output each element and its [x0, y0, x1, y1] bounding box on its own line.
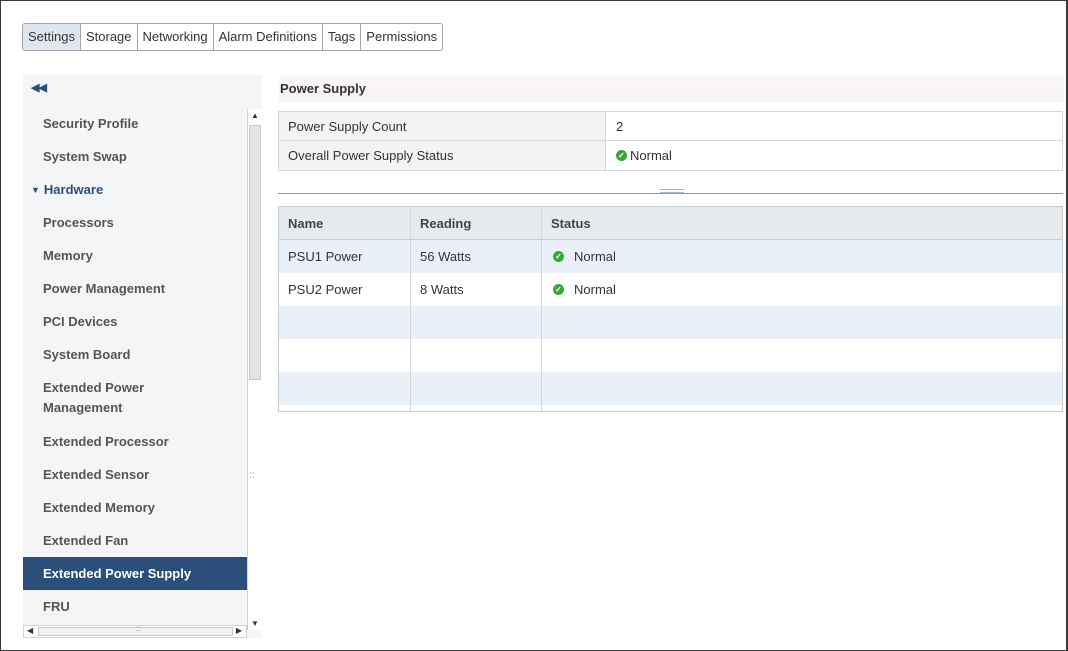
- tab-settings[interactable]: Settings: [23, 24, 81, 50]
- column-header-reading[interactable]: Reading: [411, 207, 542, 239]
- sidebar-item-extended-processor[interactable]: Extended Processor: [23, 425, 247, 458]
- sidebar-item-system-board[interactable]: System Board: [23, 338, 247, 371]
- tab-bar: Settings Storage Networking Alarm Defini…: [22, 23, 444, 51]
- empty-cell: [411, 306, 542, 339]
- tab-alarm-definitions[interactable]: Alarm Definitions: [214, 24, 323, 50]
- empty-cell: [542, 372, 1062, 405]
- tab-storage[interactable]: Storage: [81, 24, 138, 50]
- empty-cell: [411, 372, 542, 405]
- empty-cell: [279, 405, 411, 411]
- column-header-name[interactable]: Name: [279, 207, 411, 239]
- empty-row: [279, 372, 1062, 405]
- empty-row: [279, 405, 1062, 411]
- table-row[interactable]: PSU2 Power 8 Watts ✓ Normal: [279, 273, 1062, 306]
- empty-cell: [411, 339, 542, 372]
- scroll-down-icon[interactable]: ▼: [250, 619, 260, 628]
- cell-reading: 8 Watts: [411, 273, 542, 306]
- cell-reading: 56 Watts: [411, 240, 542, 273]
- empty-cell: [279, 306, 411, 339]
- sidebar-item-extended-power-management[interactable]: Extended Power Management: [23, 371, 247, 425]
- splitter-grip-icon[interactable]: [660, 189, 684, 193]
- cell-name: PSU2 Power: [279, 273, 411, 306]
- grip-icon: ::: [136, 624, 141, 633]
- sidebar-item-processors[interactable]: Processors: [23, 206, 247, 239]
- check-circle-icon: ✓: [553, 284, 564, 295]
- sidebar-item-power-management[interactable]: Power Management: [23, 272, 247, 305]
- property-value: 2: [616, 118, 624, 134]
- table-header: Name Reading Status: [279, 207, 1062, 240]
- cell-status: ✓ Normal: [542, 240, 1062, 273]
- scrollbar-thumb[interactable]: [249, 125, 261, 380]
- cell-name: PSU1 Power: [279, 240, 411, 273]
- check-circle-icon: ✓: [553, 251, 564, 262]
- resize-grip-icon[interactable]: ::: [249, 470, 255, 481]
- tab-permissions[interactable]: Permissions: [361, 24, 442, 50]
- status-text: Normal: [630, 148, 672, 163]
- table-row[interactable]: PSU1 Power 56 Watts ✓ Normal: [279, 240, 1062, 273]
- sidebar-item-fru[interactable]: FRU: [23, 590, 247, 623]
- empty-row: [279, 306, 1062, 339]
- sidebar-nav: Security Profile System Swap ▼ Hardware P…: [23, 107, 247, 623]
- empty-cell: [411, 405, 542, 411]
- property-row: Power Supply Count 2: [279, 112, 1062, 141]
- power-supply-grid: Name Reading Status PSU1 Power 56 Watts …: [278, 206, 1063, 412]
- empty-cell: [542, 306, 1062, 339]
- column-header-status[interactable]: Status: [542, 207, 1062, 239]
- tab-networking[interactable]: Networking: [138, 24, 214, 50]
- empty-cell: [542, 405, 1062, 411]
- sidebar-item-system-swap[interactable]: System Swap: [23, 140, 247, 173]
- caret-down-icon: ▼: [31, 184, 40, 195]
- property-label: Power Supply Count: [279, 112, 606, 140]
- sidebar: ◀◀ Security Profile System Swap ▼ Hardwar…: [23, 75, 262, 638]
- sidebar-item-extended-sensor[interactable]: Extended Sensor: [23, 458, 247, 491]
- sidebar-item-pci-devices[interactable]: PCI Devices: [23, 305, 247, 338]
- scroll-right-icon[interactable]: ▶: [236, 626, 242, 635]
- collapse-sidebar-icon[interactable]: ◀◀: [31, 81, 47, 94]
- scroll-up-icon[interactable]: ▲: [250, 111, 260, 120]
- sidebar-vertical-scrollbar[interactable]: ▲ ▼: [247, 109, 262, 630]
- check-circle-icon: ✓: [616, 150, 627, 161]
- sidebar-group-hardware[interactable]: ▼ Hardware: [23, 173, 247, 206]
- property-row: Overall Power Supply Status ✓ Normal: [279, 141, 1062, 170]
- empty-cell: [542, 339, 1062, 372]
- sidebar-item-extended-fan[interactable]: Extended Fan: [23, 524, 247, 557]
- empty-row: [279, 339, 1062, 372]
- sidebar-item-memory[interactable]: Memory: [23, 239, 247, 272]
- splitter[interactable]: [278, 193, 1063, 194]
- cell-status: ✓ Normal: [542, 273, 1062, 306]
- sidebar-item-security-profile[interactable]: Security Profile: [23, 107, 247, 140]
- empty-cell: [279, 372, 411, 405]
- tab-tags[interactable]: Tags: [323, 24, 362, 50]
- property-value: ✓ Normal: [606, 148, 672, 163]
- page-title: Power Supply: [279, 76, 1064, 102]
- sidebar-item-extended-power-supply[interactable]: Extended Power Supply: [23, 557, 247, 590]
- properties-table: Power Supply Count 2 Overall Power Suppl…: [278, 111, 1063, 171]
- empty-cell: [279, 339, 411, 372]
- sidebar-item-extended-memory[interactable]: Extended Memory: [23, 491, 247, 524]
- sidebar-horizontal-scrollbar[interactable]: ◀ :: ▶: [23, 624, 247, 638]
- property-label: Overall Power Supply Status: [279, 141, 606, 170]
- scroll-left-icon[interactable]: ◀: [27, 626, 33, 635]
